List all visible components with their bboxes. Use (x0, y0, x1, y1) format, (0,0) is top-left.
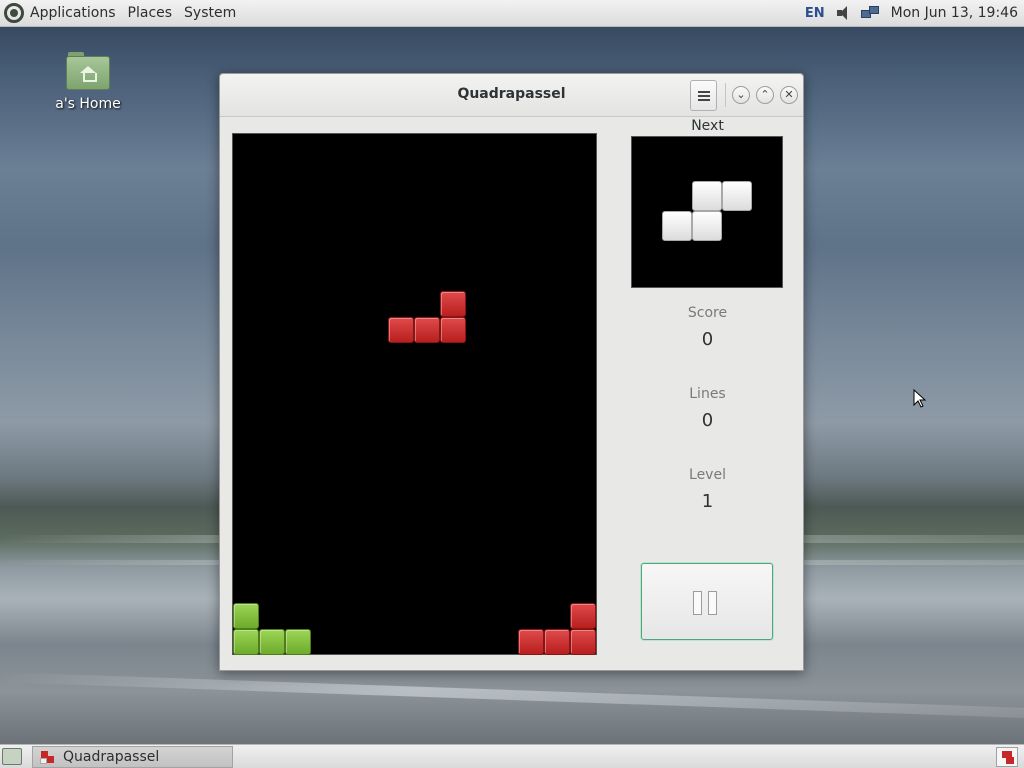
landed-block (570, 603, 596, 629)
home-folder-icon (66, 50, 110, 90)
falling-block (414, 317, 440, 343)
clock[interactable]: Mon Jun 13, 19:46 (891, 5, 1018, 21)
close-icon[interactable]: ✕ (780, 86, 798, 104)
falling-block (440, 317, 466, 343)
preview-block (722, 181, 752, 211)
lines-label: Lines (689, 386, 726, 402)
desktop-icon-label: a's Home (55, 96, 121, 112)
volume-icon[interactable] (835, 5, 851, 21)
wallpaper-streak (0, 672, 1024, 718)
mouse-cursor-icon (913, 389, 927, 408)
minimize-icon[interactable]: ⌄ (732, 86, 750, 104)
maximize-icon[interactable]: ⌃ (756, 86, 774, 104)
landed-block (233, 603, 259, 629)
titlebar-separator (725, 83, 726, 107)
tray-quadrapassel-icon[interactable] (996, 747, 1018, 767)
taskbar-item-quadrapassel[interactable]: Quadrapassel (32, 746, 233, 768)
game-board[interactable] (232, 133, 597, 655)
landed-block (259, 629, 285, 655)
taskbar-item-label: Quadrapassel (63, 749, 160, 765)
landed-block (233, 629, 259, 655)
pause-icon (693, 591, 719, 615)
menu-system[interactable]: System (184, 5, 236, 21)
desktop-icon-home[interactable]: a's Home (48, 50, 128, 112)
level-value: 1 (701, 491, 714, 512)
window-titlebar[interactable]: Quadrapassel ⌄ ⌃ ✕ (220, 74, 803, 117)
bottom-panel: Quadrapassel (0, 744, 1024, 768)
landed-block (518, 629, 544, 655)
falling-block (440, 291, 466, 317)
show-desktop-icon[interactable] (2, 748, 22, 765)
level-label: Level (689, 467, 726, 483)
score-value: 0 (701, 329, 714, 350)
quadrapassel-window: Quadrapassel ⌄ ⌃ ✕ Next Score 0 Lines 0 … (219, 73, 804, 671)
preview-block (662, 211, 692, 241)
score-label: Score (687, 305, 728, 321)
menu-applications[interactable]: Applications (30, 5, 116, 21)
network-icon[interactable] (860, 5, 881, 21)
next-piece-preview (631, 136, 783, 288)
falling-block (388, 317, 414, 343)
landed-block (544, 629, 570, 655)
landed-block (570, 629, 596, 655)
landed-block (285, 629, 311, 655)
preview-block (692, 181, 722, 211)
pause-button[interactable] (641, 563, 773, 640)
panel-tray: EN Mon Jun 13, 19:46 (805, 5, 1024, 21)
keyboard-layout-indicator[interactable]: EN (805, 6, 825, 21)
menu-places[interactable]: Places (128, 5, 173, 21)
lines-value: 0 (701, 410, 714, 431)
distro-logo-icon[interactable] (4, 3, 24, 23)
preview-block (692, 211, 722, 241)
top-panel: Applications Places System EN Mon Jun 13… (0, 0, 1024, 27)
next-label: Next (691, 118, 724, 134)
quadrapassel-icon (39, 749, 55, 765)
menu-icon[interactable] (690, 80, 717, 111)
